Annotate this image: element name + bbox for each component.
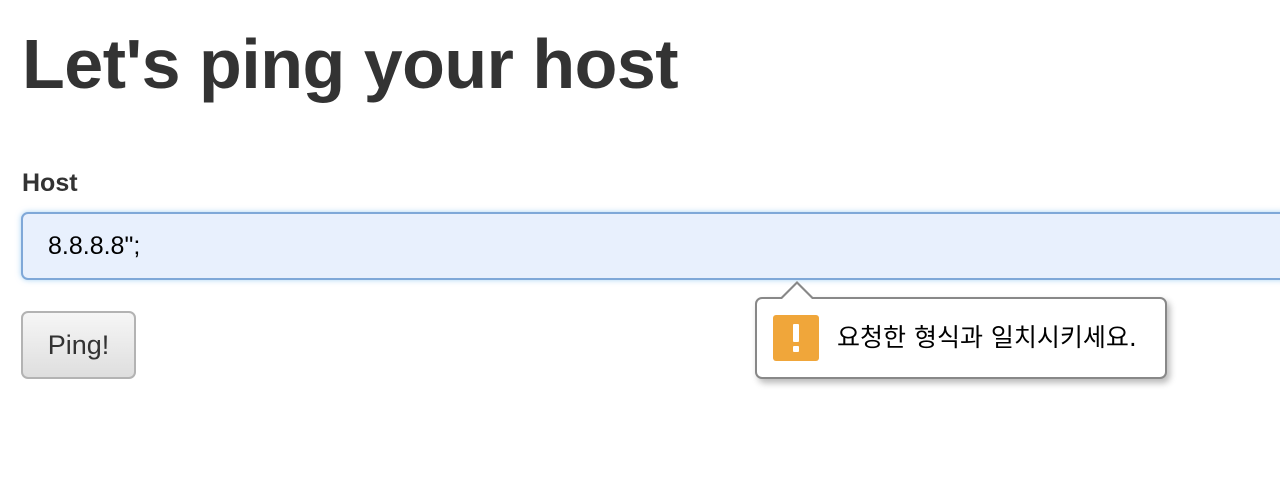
validation-tooltip: 요청한 형식과 일치시키세요. [755, 281, 1167, 379]
host-label: Host [22, 169, 78, 197]
host-input[interactable] [21, 212, 1280, 280]
tooltip-message: 요청한 형식과 일치시키세요. [837, 323, 1137, 352]
tooltip-arrow [779, 281, 815, 300]
page-title: Let's ping your host [22, 25, 679, 103]
ping-page: Let's ping your host Host Ping! 요청한 형식과 … [0, 0, 1280, 478]
ping-button[interactable]: Ping! [21, 311, 136, 379]
warning-exclamation-icon [773, 315, 819, 361]
